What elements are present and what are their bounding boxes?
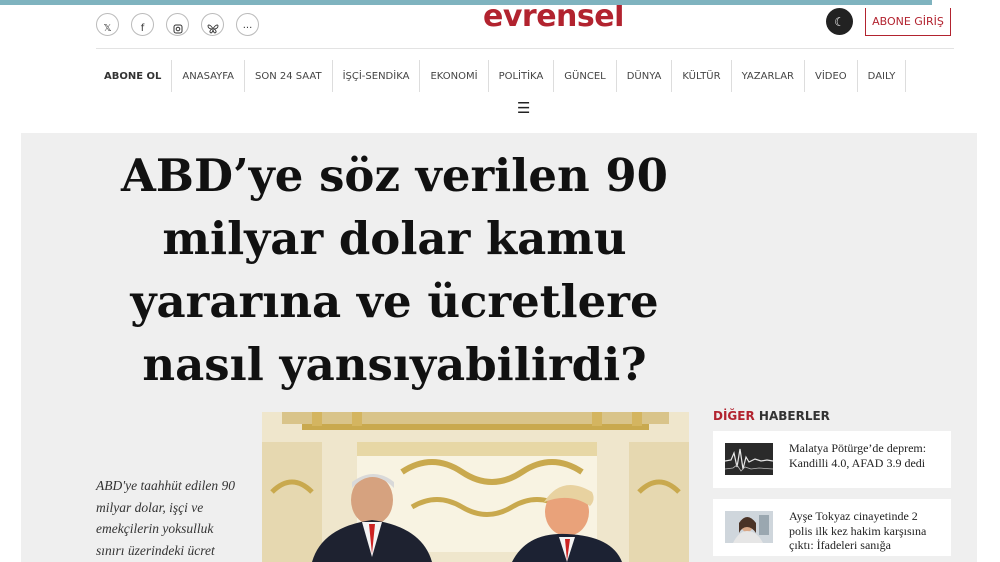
article-area: ABD’ye söz verilen 90 milyar dolar kamu …: [21, 133, 977, 562]
x-icon[interactable]: 𝕏: [96, 13, 119, 36]
dark-mode-toggle-icon[interactable]: ☾: [826, 8, 853, 35]
nav-item-ekonomi[interactable]: EKONOMİ: [420, 60, 489, 92]
other-news-sidebar: DİĞER HABERLER Malatya Pötürge’de deprem…: [713, 409, 951, 562]
nav-item-son-24-saat[interactable]: SON 24 SAAT: [245, 60, 333, 92]
nav-item-anasayfa[interactable]: ANASAYFA: [172, 60, 245, 92]
sidebar-title-highlight: DİĞER: [713, 409, 755, 423]
article-summary: ABD'ye taahhüt edilen 90 milyar dolar, i…: [96, 478, 235, 558]
social-links: 𝕏 f ···: [96, 13, 259, 36]
nav-item-video[interactable]: VİDEO: [805, 60, 858, 92]
facebook-icon[interactable]: f: [131, 13, 154, 36]
nav-item-yazarlar[interactable]: YAZARLAR: [732, 60, 805, 92]
site-logo[interactable]: evrensel: [483, 5, 624, 33]
nav-item-isci-sendika[interactable]: İŞÇİ-SENDİKA: [333, 60, 421, 92]
nav-item-dunya[interactable]: DÜNYA: [617, 60, 673, 92]
nav-item-abone-ol[interactable]: ABONE OL: [96, 60, 173, 92]
news-card[interactable]: Malatya Pötürge’de deprem: Kandilli 4.0,…: [713, 431, 951, 488]
news-thumbnail: [725, 443, 773, 475]
header-divider: [96, 48, 954, 49]
nav-item-politika[interactable]: POLİTİKA: [489, 60, 555, 92]
news-thumbnail: [725, 511, 773, 543]
more-icon[interactable]: ···: [236, 13, 259, 36]
main-navigation: ABONE OL ANASAYFA SON 24 SAAT İŞÇİ-SENDİ…: [96, 60, 907, 92]
news-card[interactable]: Ayşe Tokyaz cinayetinde 2 polis ilk kez …: [713, 499, 951, 556]
article-headline: ABD’ye söz verilen 90 milyar dolar kamu …: [121, 149, 668, 391]
article-photo: [262, 412, 689, 562]
hamburger-menu-icon[interactable]: ☰: [517, 99, 530, 117]
subscriber-login-button[interactable]: ABONE GİRİŞ: [865, 8, 951, 36]
nav-item-guncel[interactable]: GÜNCEL: [554, 60, 617, 92]
nav-item-daily[interactable]: DAILY: [858, 60, 907, 92]
nav-item-kultur[interactable]: KÜLTÜR: [672, 60, 732, 92]
site-header: 𝕏 f ··· evrensel ☾ ABONE GİRİŞ ABONE OL …: [21, 5, 977, 133]
bluesky-icon[interactable]: [201, 13, 224, 36]
sidebar-title: DİĞER HABERLER: [713, 409, 951, 423]
news-title[interactable]: Ayşe Tokyaz cinayetinde 2 polis ilk kez …: [789, 509, 939, 553]
sidebar-title-rest: HABERLER: [758, 409, 830, 423]
news-title[interactable]: Malatya Pötürge’de deprem: Kandilli 4.0,…: [789, 441, 939, 470]
instagram-icon[interactable]: [166, 13, 189, 36]
